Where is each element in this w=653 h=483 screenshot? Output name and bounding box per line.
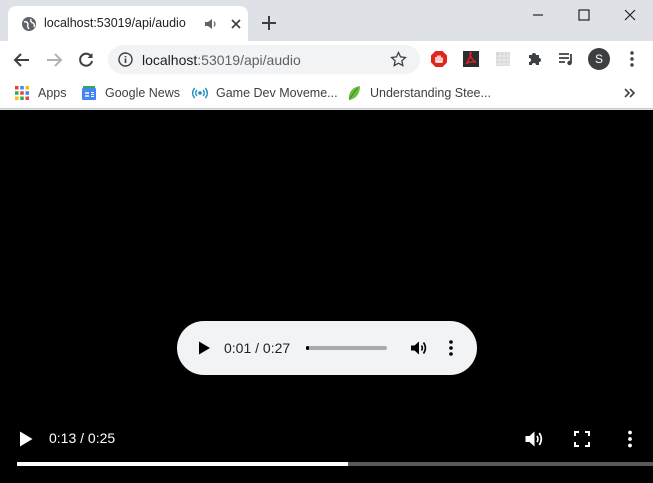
- video-controls: 0:13 / 0:25: [0, 416, 653, 483]
- extension-grid-icon[interactable]: [494, 50, 512, 68]
- bookmark-label: Google News: [105, 86, 181, 100]
- arrow-right-icon: [47, 53, 63, 67]
- audio-volume-icon[interactable]: [410, 339, 428, 357]
- leaf-icon: [348, 86, 360, 100]
- page-viewport: 0:01 / 0:27 0:13 / 0:25: [0, 110, 653, 483]
- arrow-left-icon: [13, 53, 29, 67]
- bookmark-google-news[interactable]: Google News: [81, 84, 180, 102]
- toolbar: localhost:53019/api/audio S: [0, 41, 653, 78]
- puzzle-piece-icon[interactable]: [526, 50, 544, 68]
- chevron-double-right-icon[interactable]: [622, 85, 638, 101]
- video-volume-icon[interactable]: [524, 429, 544, 449]
- new-tab-plus-icon[interactable]: [260, 14, 278, 32]
- pdf-icon[interactable]: [462, 50, 480, 68]
- video-progress-fill: [17, 462, 348, 466]
- bookmarks-bar: Apps Google News Game Dev Moveme... Unde…: [0, 78, 653, 109]
- browser-tab[interactable]: localhost:53019/api/audio: [8, 6, 248, 41]
- maximize-button[interactable]: [561, 0, 607, 30]
- video-play-icon[interactable]: [18, 430, 34, 448]
- globe-icon: [22, 17, 36, 31]
- video-time: 0:13 / 0:25: [49, 430, 116, 446]
- video-seek-bar[interactable]: [17, 462, 653, 466]
- profile-avatar[interactable]: S: [588, 48, 610, 70]
- audio-time: 0:01 / 0:27: [224, 340, 291, 356]
- star-icon[interactable]: [390, 51, 407, 68]
- bookmark-game-dev[interactable]: Game Dev Moveme...: [192, 84, 338, 102]
- bookmark-label: Understanding Stee...: [370, 86, 491, 100]
- close-window-icon: [624, 9, 636, 21]
- close-window-button[interactable]: [607, 0, 653, 30]
- speaker-icon[interactable]: [204, 17, 218, 31]
- bookmark-label: Apps: [38, 86, 67, 100]
- info-icon[interactable]: [118, 52, 133, 67]
- address-bar[interactable]: localhost:53019/api/audio: [108, 45, 420, 74]
- google-news-icon: [82, 86, 96, 100]
- audio-player[interactable]: 0:01 / 0:27: [177, 321, 477, 375]
- tab-title: localhost:53019/api/audio: [44, 16, 186, 30]
- tab-strip: localhost:53019/api/audio: [0, 0, 653, 41]
- fullscreen-icon[interactable]: [574, 431, 590, 447]
- media-queue-icon[interactable]: [557, 50, 575, 68]
- url-host: localhost: [142, 52, 198, 68]
- minimize-icon: [533, 14, 543, 16]
- forward-button[interactable]: [42, 48, 66, 72]
- url-path: :53019/api/audio: [197, 52, 301, 68]
- reload-button[interactable]: [74, 48, 98, 72]
- close-tab-icon[interactable]: [228, 16, 244, 32]
- bookmark-label: Game Dev Moveme...: [216, 86, 338, 100]
- chrome-menu-icon[interactable]: [624, 50, 640, 68]
- minimize-button[interactable]: [515, 0, 561, 30]
- back-button[interactable]: [10, 48, 34, 72]
- reload-icon: [79, 52, 93, 67]
- audio-seek-bar[interactable]: [306, 346, 387, 350]
- bookmark-understanding[interactable]: Understanding Stee...: [346, 84, 491, 102]
- audio-more-options-icon[interactable]: [444, 339, 458, 357]
- audio-play-icon[interactable]: [197, 340, 211, 356]
- apps-grid-icon: [15, 86, 29, 100]
- audio-progress-fill: [306, 346, 309, 350]
- broadcast-icon: [192, 87, 208, 99]
- video-more-options-icon[interactable]: [622, 429, 638, 449]
- bookmark-apps[interactable]: Apps: [14, 84, 67, 102]
- maximize-icon: [578, 9, 590, 21]
- browser-chrome: localhost:53019/api/audio localhost:5301…: [0, 0, 653, 110]
- adblock-icon[interactable]: [430, 50, 448, 68]
- url-text[interactable]: localhost:53019/api/audio: [142, 52, 301, 68]
